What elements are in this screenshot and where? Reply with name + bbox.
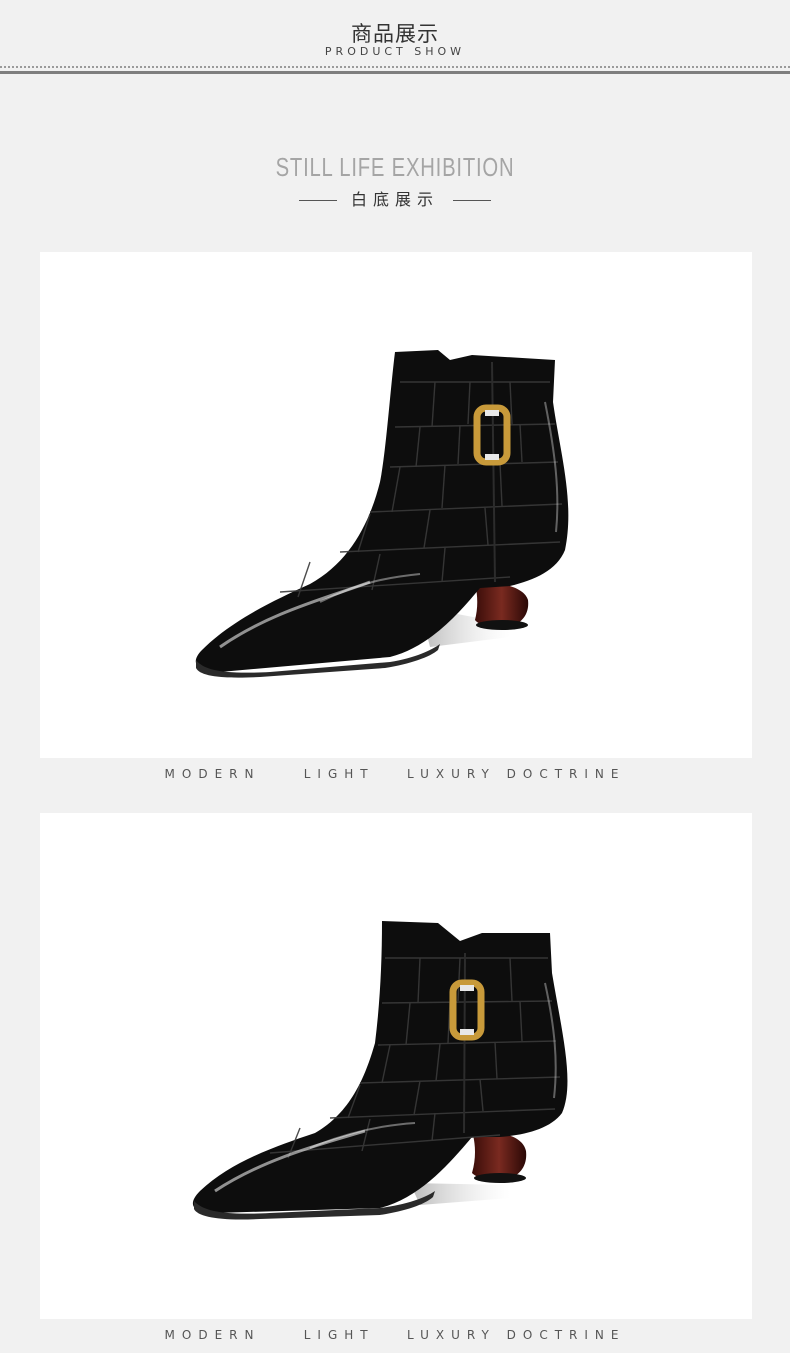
product-image-panel-2 bbox=[40, 813, 752, 1319]
boot-image-1 bbox=[195, 350, 569, 678]
header-dotted-divider bbox=[0, 66, 790, 68]
boot-image-2 bbox=[192, 921, 568, 1220]
page-header: 商品展示 PRODUCT SHOW bbox=[0, 0, 790, 76]
section-subtitle-row: 白底展示 bbox=[0, 186, 790, 210]
header-title: 商品展示 bbox=[351, 22, 439, 46]
product-image-panel-1 bbox=[40, 252, 752, 758]
panel-caption-1: MODERN LIGHT LUXURY DOCTRINE bbox=[164, 767, 626, 781]
right-dash-divider bbox=[453, 200, 491, 201]
header-solid-divider bbox=[0, 71, 790, 74]
section-subtitle: 白底展示 bbox=[350, 190, 439, 209]
header-subtitle: PRODUCT SHOW bbox=[324, 45, 466, 58]
panel-caption-2: MODERN LIGHT LUXURY DOCTRINE bbox=[164, 1328, 626, 1342]
left-dash-divider bbox=[298, 200, 337, 201]
section-title: STILL LIFE EXHIBITION bbox=[275, 152, 515, 182]
